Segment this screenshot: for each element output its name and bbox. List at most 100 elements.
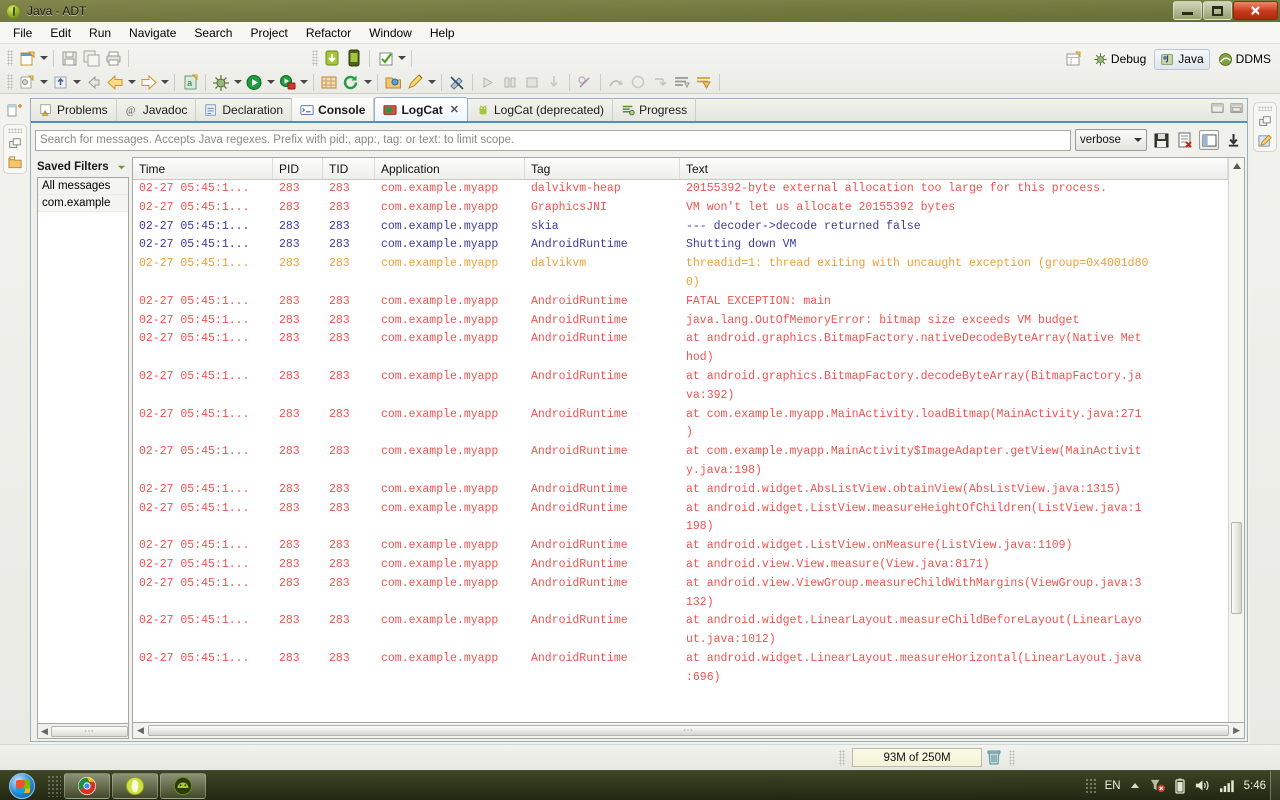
table-row[interactable]: 02-27 05:45:1...283283com.example.myappA… <box>133 650 1228 688</box>
taskbar-button-android-emulator[interactable] <box>160 773 206 799</box>
language-indicator[interactable]: EN <box>1105 780 1121 792</box>
column-header-time[interactable]: Time <box>133 158 273 179</box>
step-return-icon[interactable] <box>627 72 649 92</box>
table-row[interactable]: 02-27 05:45:1...283283com.example.myappA… <box>133 443 1228 481</box>
scroll-left-icon[interactable]: ◀ <box>38 726 51 737</box>
table-row[interactable]: 02-27 05:45:1...283283com.example.myappA… <box>133 312 1228 331</box>
check-icon[interactable] <box>374 48 396 68</box>
saved-filters-list[interactable]: All messages com.example <box>37 177 129 724</box>
new-dropdown-icon[interactable] <box>38 48 49 68</box>
step-over-icon[interactable] <box>605 72 627 92</box>
terminate-icon[interactable] <box>521 72 543 92</box>
tab-logcat[interactable]: LogCat ✕ <box>374 97 468 121</box>
maximize-button[interactable] <box>1203 1 1232 20</box>
annotation-icon[interactable] <box>404 72 426 92</box>
table-row[interactable]: 02-27 05:45:1...283283com.example.myappA… <box>133 537 1228 556</box>
skip-breakpoints-icon[interactable] <box>574 72 596 92</box>
search-input[interactable]: Search for messages. Accepts Java regexe… <box>35 130 1071 151</box>
forward-icon[interactable] <box>137 72 159 92</box>
tray-grip[interactable] <box>1085 778 1097 794</box>
windows-start-orb[interactable] <box>0 772 44 800</box>
scroll-left-icon[interactable]: ◀ <box>133 725 148 736</box>
menu-item-project[interactable]: Project <box>241 24 296 42</box>
table-row[interactable]: 02-27 05:45:1...283283com.example.myappd… <box>133 255 1228 293</box>
filter-item-com-example[interactable]: com.example <box>38 195 128 212</box>
log-level-select[interactable]: verbose <box>1075 129 1147 151</box>
tab-declaration[interactable]: Declaration <box>196 98 292 121</box>
table-row[interactable]: 02-27 05:45:1...283283com.example.myappA… <box>133 556 1228 575</box>
forward-dropdown-icon[interactable] <box>159 72 170 92</box>
external-tools-dropdown-icon[interactable] <box>71 72 82 92</box>
table-row[interactable]: 02-27 05:45:1...283283com.example.myappA… <box>133 575 1228 613</box>
run-external-icon[interactable] <box>276 72 298 92</box>
display-saved-filters-icon[interactable] <box>1199 130 1219 150</box>
close-button[interactable]: ✕ <box>1233 1 1278 20</box>
external-tools-icon[interactable] <box>49 72 71 92</box>
minimize-button[interactable] <box>1173 1 1202 20</box>
column-header-application[interactable]: Application <box>375 158 525 179</box>
table-row[interactable]: 02-27 05:45:1...283283com.example.myappA… <box>133 293 1228 312</box>
fastview-grip[interactable] <box>1258 106 1272 111</box>
log-table-vscrollbar[interactable] <box>1228 158 1244 722</box>
table-row[interactable]: 02-27 05:45:1...283283com.example.myappA… <box>133 612 1228 650</box>
battery-icon[interactable] <box>1174 778 1186 794</box>
tab-problems[interactable]: Problems <box>31 98 117 121</box>
menu-item-refactor[interactable]: Refactor <box>297 24 360 42</box>
heap-grip[interactable] <box>839 750 845 766</box>
column-header-tag[interactable]: Tag <box>525 158 680 179</box>
toggle-mark-occurrences-icon[interactable] <box>446 72 468 92</box>
new-icon[interactable] <box>16 48 38 68</box>
refresh-dropdown-icon[interactable] <box>362 72 373 92</box>
right-fastview-stack[interactable] <box>1253 102 1277 152</box>
table-row[interactable]: 02-27 05:45:1...283283com.example.myappA… <box>133 368 1228 406</box>
refresh-icon[interactable] <box>340 72 362 92</box>
trash-icon[interactable] <box>986 749 1002 766</box>
new-android-project-icon[interactable] <box>318 72 340 92</box>
menu-item-file[interactable]: File <box>4 24 41 42</box>
hscroll-thumb[interactable]: ⋯ <box>148 725 1229 736</box>
table-row[interactable]: 02-27 05:45:1...283283com.example.myappA… <box>133 481 1228 500</box>
print-icon[interactable] <box>102 48 124 68</box>
back-highlight-icon[interactable] <box>104 72 126 92</box>
fastview-grip[interactable] <box>8 128 22 133</box>
back-icon[interactable] <box>82 72 104 92</box>
debug-dropdown-icon[interactable] <box>232 72 243 92</box>
restore-icon[interactable] <box>8 137 22 151</box>
hscroll-thumb[interactable]: ⋯ <box>51 726 128 737</box>
new-java-class-dropdown-icon[interactable] <box>38 72 49 92</box>
step-by-step-icon[interactable] <box>693 72 715 92</box>
suspend-icon[interactable] <box>499 72 521 92</box>
toolbar-grip[interactable] <box>7 50 13 66</box>
clear-log-icon[interactable] <box>1175 130 1195 150</box>
outline-editor-icon[interactable] <box>1258 133 1273 148</box>
table-row[interactable]: 02-27 05:45:1...283283com.example.myappA… <box>133 406 1228 444</box>
check-dropdown-icon[interactable] <box>396 48 407 68</box>
menu-item-navigate[interactable]: Navigate <box>120 24 185 42</box>
table-row[interactable]: 02-27 05:45:1...283283com.example.myapps… <box>133 218 1228 237</box>
close-icon[interactable]: ✕ <box>450 103 459 116</box>
heap-monitor[interactable]: 93M of 250M <box>852 748 982 767</box>
run-icon[interactable] <box>243 72 265 92</box>
restore-icon[interactable] <box>1258 115 1272 129</box>
view-menu-icon[interactable] <box>117 163 126 172</box>
run-dropdown-icon[interactable] <box>265 72 276 92</box>
volume-icon[interactable] <box>1194 778 1211 793</box>
toolbar-grip[interactable] <box>312 50 318 66</box>
scroll-right-icon[interactable]: ▶ <box>1229 725 1244 736</box>
left-fastview-stack[interactable] <box>3 124 27 174</box>
save-all-icon[interactable] <box>80 48 102 68</box>
maximize-view-icon[interactable] <box>1230 102 1243 115</box>
vscroll-thumb[interactable] <box>1231 522 1242 614</box>
tab-javadoc[interactable]: @ Javadoc <box>117 98 197 121</box>
chevron-up-icon[interactable] <box>1129 781 1141 791</box>
tab-logcat-deprecated[interactable]: LogCat (deprecated) <box>468 98 613 121</box>
log-table-hscrollbar[interactable]: ◀ ⋯ ▶ <box>132 723 1245 739</box>
save-icon[interactable] <box>58 48 80 68</box>
table-row[interactable]: 02-27 05:45:1...283283com.example.myappA… <box>133 330 1228 368</box>
new-java-class-icon[interactable] <box>16 72 38 92</box>
minimize-view-icon[interactable] <box>1211 102 1224 115</box>
menu-item-window[interactable]: Window <box>360 24 421 42</box>
menu-item-help[interactable]: Help <box>421 24 464 42</box>
perspective-debug[interactable]: Debug <box>1088 50 1151 69</box>
use-step-filters-icon[interactable] <box>671 72 693 92</box>
